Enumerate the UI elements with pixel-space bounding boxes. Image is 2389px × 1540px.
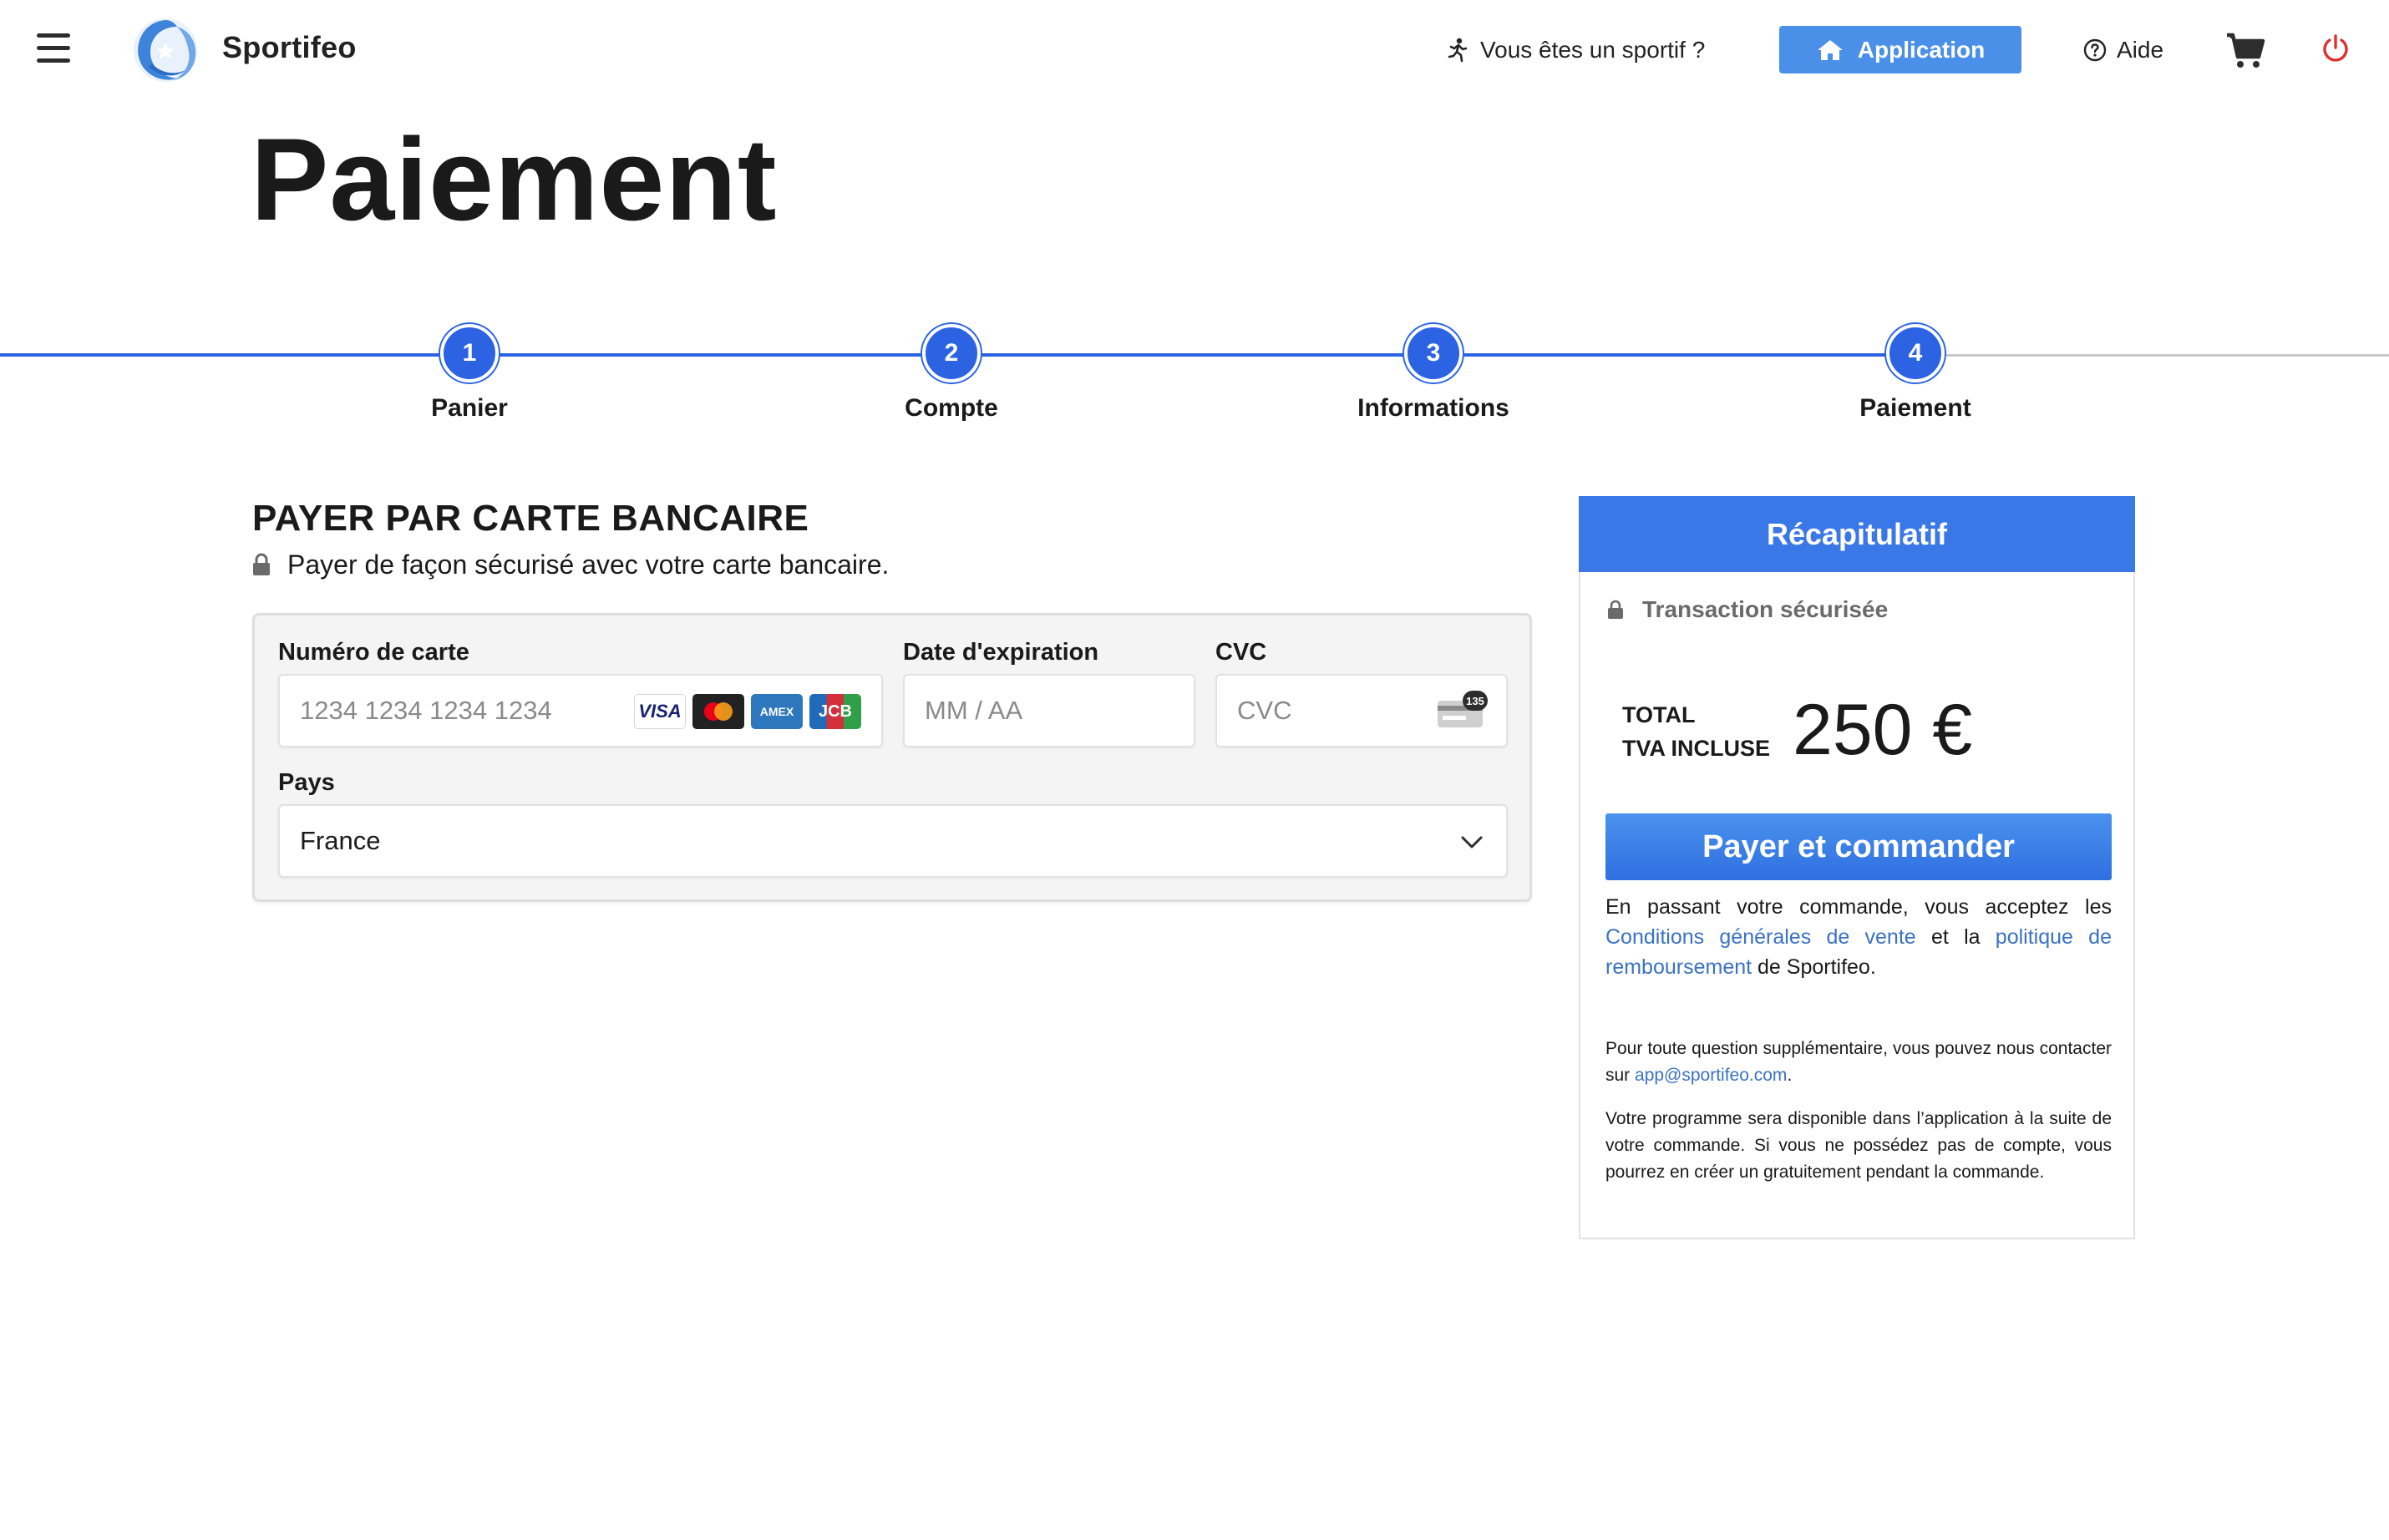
country-select[interactable]: France xyxy=(278,804,1508,878)
cvc-placeholder: CVC xyxy=(1237,696,1292,725)
total-label-line1: TOTAL xyxy=(1622,702,1696,727)
step-panier[interactable]: 1 Panier xyxy=(344,324,595,433)
step-label: Panier xyxy=(431,394,508,422)
card-payment-title: PAYER PAR CARTE BANCAIRE xyxy=(252,498,809,539)
cvc-label: CVC xyxy=(1215,639,1267,666)
mastercard-circles xyxy=(704,702,733,721)
step-informations[interactable]: 3 Informations xyxy=(1308,324,1559,433)
athlete-link-label: Vous êtes un sportif ? xyxy=(1480,37,1706,63)
card-number-placeholder: 1234 1234 1234 1234 xyxy=(300,696,552,725)
expiry-input[interactable]: MM / AA xyxy=(903,674,1195,747)
expiry-placeholder: MM / AA xyxy=(925,696,1023,725)
lock-icon xyxy=(253,553,270,575)
program-note: Votre programme sera disponible dans l’a… xyxy=(1605,1109,2112,1182)
card-number-input[interactable]: 1234 1234 1234 1234 VISA AMEX JCB xyxy=(278,674,883,747)
application-button[interactable]: Application xyxy=(1779,26,2021,73)
step-label: Informations xyxy=(1357,394,1509,422)
help-link[interactable]: Aide xyxy=(2083,32,2163,68)
total-label-line2: TVA INCLUSE xyxy=(1622,736,1771,761)
amex-logo: AMEX xyxy=(751,694,803,729)
cvc-card-icon: 135 xyxy=(1436,691,1488,729)
chevron-down-icon xyxy=(1461,836,1483,849)
step-number: 1 xyxy=(440,324,499,382)
terms-text: En passant votre commande, vous acceptez… xyxy=(1605,892,2112,982)
sportifeo-logo[interactable] xyxy=(130,15,200,85)
pay-and-order-button[interactable]: Payer et commander xyxy=(1605,813,2112,880)
home-icon xyxy=(1817,39,1843,60)
menu-icon[interactable] xyxy=(37,33,70,63)
secure-transaction: Transaction sécurisée xyxy=(1607,596,1888,623)
terms-before: En passant votre commande, vous acceptez… xyxy=(1605,895,2112,919)
step-paiement: 4 Paiement xyxy=(1790,324,2041,433)
power-icon[interactable] xyxy=(2321,33,2351,63)
country-value: France xyxy=(300,826,381,855)
cvc-input[interactable]: CVC 135 xyxy=(1215,674,1508,747)
cart-icon[interactable] xyxy=(2225,30,2265,70)
page-title: Paiement xyxy=(251,114,778,245)
card-payment-subtitle-text: Payer de façon sécurisé avec votre carte… xyxy=(287,549,890,580)
cvc-badge: 135 xyxy=(1463,691,1488,711)
top-navbar: Sportifeo Vous êtes un sportif ? Applica… xyxy=(0,0,2389,100)
running-person-icon xyxy=(1448,38,1468,63)
mastercard-logo xyxy=(692,694,744,729)
application-button-label: Application xyxy=(1857,36,1986,63)
terms-mid: et la xyxy=(1915,925,1996,949)
card-payment-subtitle: Payer de façon sécurisé avec votre carte… xyxy=(252,546,889,583)
step-number: 2 xyxy=(922,324,981,382)
card-brands: VISA AMEX JCB xyxy=(634,694,861,729)
step-label: Paiement xyxy=(1859,394,1971,422)
help-link-label: Aide xyxy=(2117,37,2164,63)
total-amount: 250 € xyxy=(1793,690,1973,770)
card-form: Numéro de carte 1234 1234 1234 1234 VISA… xyxy=(252,613,1532,902)
brand-name[interactable]: Sportifeo xyxy=(222,30,357,65)
step-number: 3 xyxy=(1404,324,1463,382)
country-label: Pays xyxy=(278,769,335,796)
order-summary: Récapitulatif Transaction sécurisée TOTA… xyxy=(1579,496,2135,1239)
terms-after: de Sportifeo. xyxy=(1752,955,1876,979)
terms-of-sale-link[interactable]: Conditions générales de vente xyxy=(1605,925,1916,949)
step-label: Compte xyxy=(905,394,998,422)
step-number: 4 xyxy=(1886,324,1945,382)
contact-after: . xyxy=(1787,1066,1793,1085)
expiry-label: Date d'expiration xyxy=(903,639,1099,666)
lock-icon xyxy=(1608,600,1623,619)
secure-transaction-label: Transaction sécurisée xyxy=(1642,596,1889,622)
card-number-label: Numéro de carte xyxy=(278,639,469,666)
step-compte[interactable]: 2 Compte xyxy=(826,324,1077,433)
question-circle-icon xyxy=(2083,38,2107,62)
athlete-link[interactable]: Vous êtes un sportif ? xyxy=(1447,32,1705,68)
visa-logo: VISA xyxy=(634,694,686,729)
contact-email-link[interactable]: app@sportifeo.com xyxy=(1635,1066,1787,1085)
total-label: TOTAL TVA INCLUSE xyxy=(1622,698,1770,765)
jcb-logo: JCB xyxy=(809,694,861,729)
contact-note: Pour toute question supplémentaire, vous… xyxy=(1605,1036,2112,1089)
summary-title: Récapitulatif xyxy=(1579,496,2135,572)
